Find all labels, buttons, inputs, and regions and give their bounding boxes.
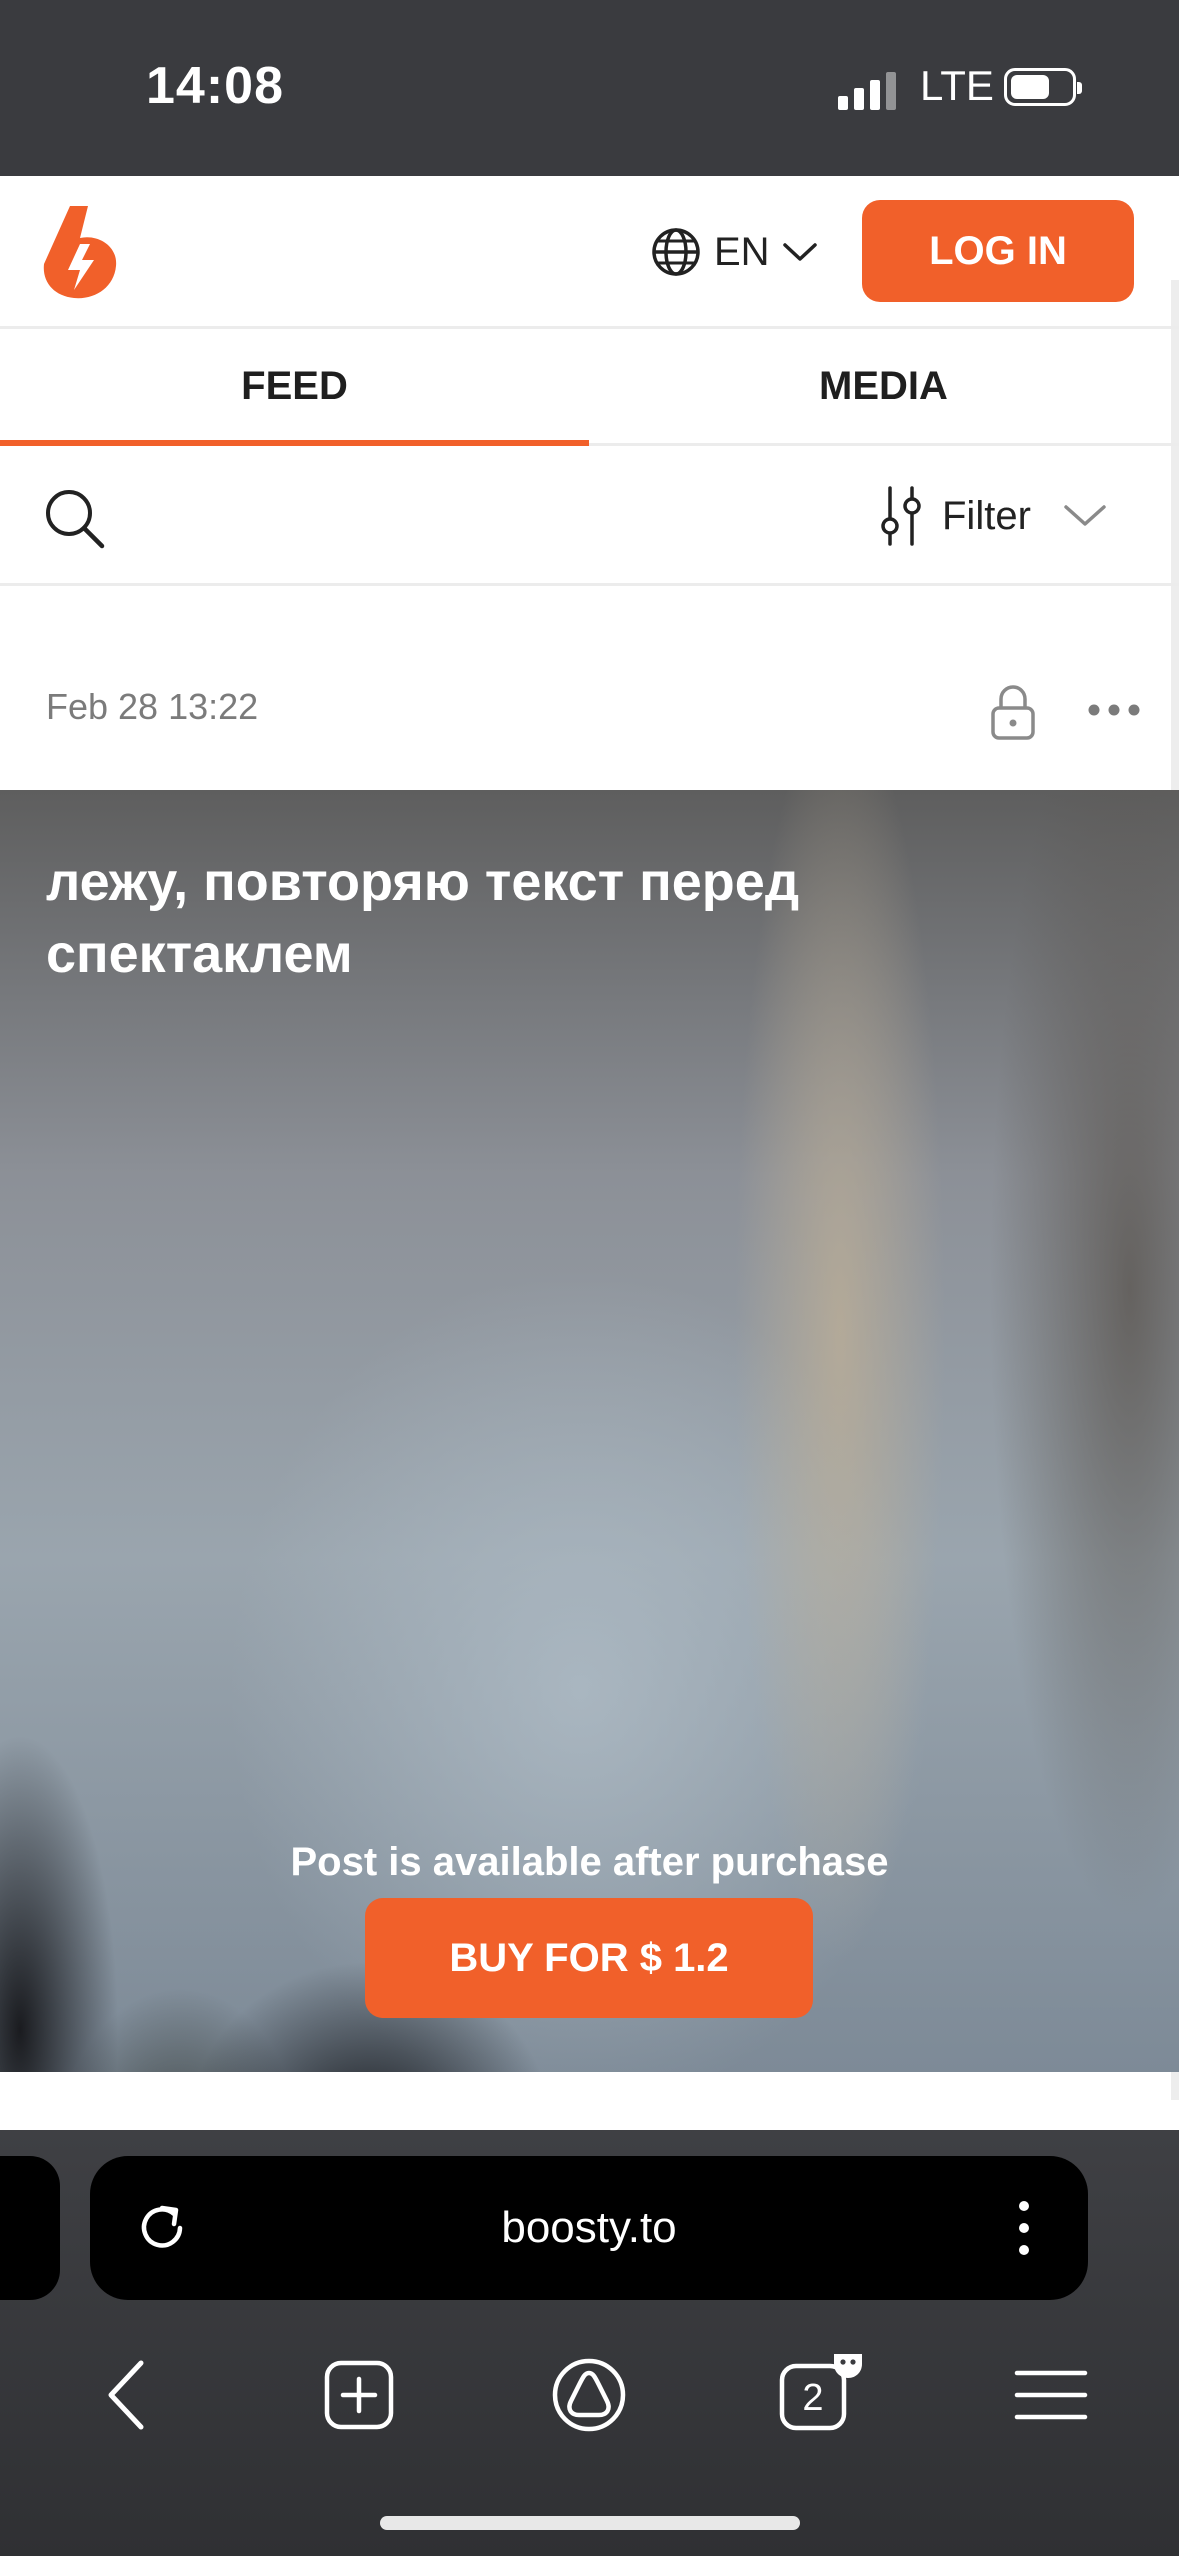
webpage: EN LOG IN FEED MEDIA Filter Feb 28 13:22… — [0, 176, 1179, 2130]
status-time: 14:08 — [146, 57, 284, 115]
menu-button[interactable] — [996, 2340, 1106, 2450]
language-selector[interactable]: EN — [650, 224, 818, 280]
post-header: Feb 28 13:22 — [0, 586, 1179, 786]
address-bar[interactable]: boosty.to — [90, 2156, 1088, 2300]
content-tabs: FEED MEDIA — [0, 326, 1179, 446]
tabs-count-icon: 2 — [779, 2354, 862, 2431]
assistant-button[interactable] — [534, 2340, 644, 2450]
browser-toolbar: boosty.to 2 — [0, 2130, 1179, 2556]
more-options-icon[interactable] — [1084, 690, 1144, 730]
home-indicator[interactable] — [380, 2516, 800, 2530]
post-locked-media: лежу, повторяю текст перед спектаклем Po… — [0, 790, 1179, 2072]
signal-icon — [838, 70, 898, 110]
language-label: EN — [714, 229, 770, 274]
back-button[interactable] — [72, 2340, 182, 2450]
tab-count: 2 — [802, 2377, 823, 2419]
previous-tab-preview[interactable] — [0, 2156, 60, 2300]
search-icon[interactable] — [42, 486, 106, 550]
hamburger-menu-icon — [1014, 2370, 1088, 2420]
tab-feed[interactable]: FEED — [0, 329, 589, 446]
alice-assistant-icon — [552, 2358, 626, 2432]
post-title: лежу, повторяю текст перед спектаклем — [46, 852, 800, 984]
browser-nav-row: 2 — [0, 2340, 1179, 2490]
chevron-down-icon — [1064, 505, 1106, 526]
tabs-switcher-button[interactable]: 2 — [766, 2340, 876, 2450]
search-filter-bar: Filter — [0, 446, 1179, 586]
buy-button[interactable]: BUY FOR $ 1.2 — [365, 1898, 813, 2018]
boosty-logo-icon[interactable] — [40, 204, 120, 300]
site-header: EN LOG IN — [0, 176, 1179, 326]
url-text: boosty.to — [501, 2203, 677, 2252]
plus-square-icon — [324, 2360, 394, 2430]
status-bar: 14:08 LTE — [0, 0, 1179, 176]
filter-dropdown[interactable]: Filter — [878, 482, 1107, 550]
battery-icon — [1004, 68, 1082, 106]
tab-media[interactable]: MEDIA — [589, 329, 1178, 443]
post-date: Feb 28 13:22 — [46, 686, 259, 727]
chevron-down-icon — [782, 243, 817, 261]
filter-label: Filter — [942, 493, 1031, 538]
login-button[interactable]: LOG IN — [862, 200, 1134, 302]
globe-icon — [652, 228, 700, 276]
kebab-menu-icon[interactable] — [1004, 2196, 1044, 2260]
purchase-notice: Post is available after purchase — [290, 1840, 889, 1884]
lock-icon — [991, 685, 1035, 740]
network-label: LTE — [920, 62, 994, 109]
back-arrow-icon — [108, 2360, 144, 2430]
new-tab-button[interactable] — [304, 2340, 414, 2450]
sliders-icon — [881, 486, 921, 546]
